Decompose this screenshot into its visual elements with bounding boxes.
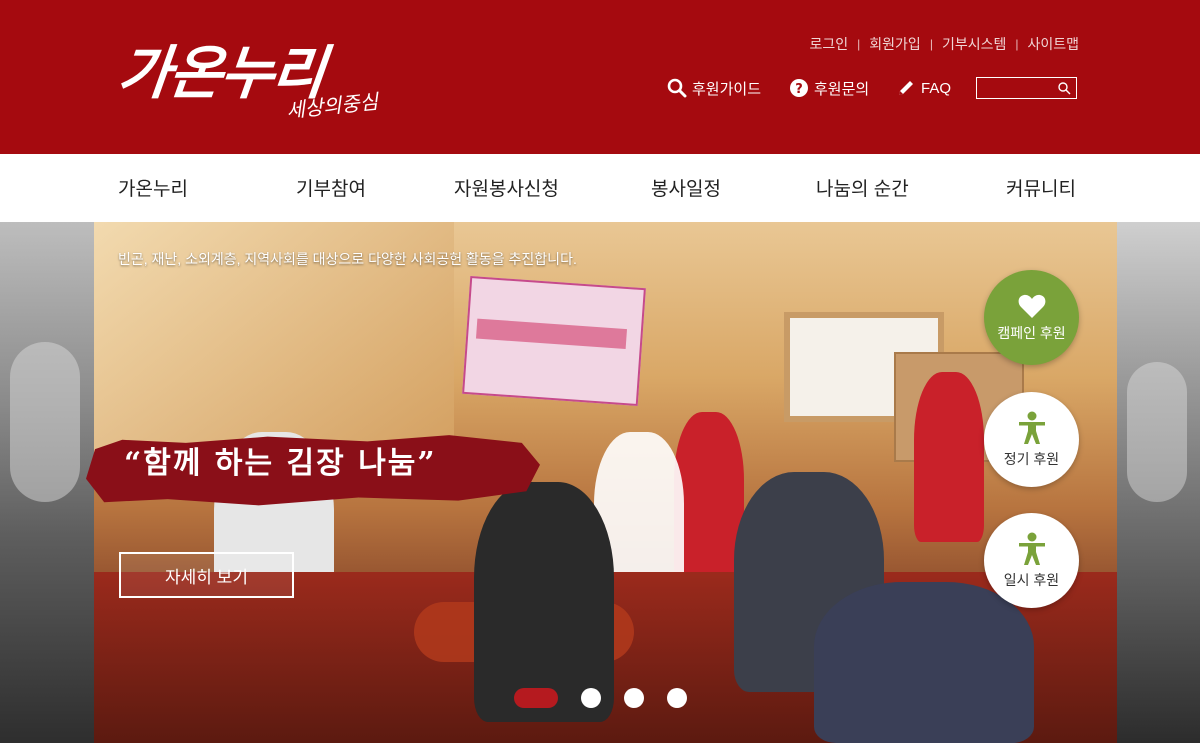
person-icon xyxy=(1018,532,1045,565)
donation-guide-label: 후원가이드 xyxy=(692,80,762,98)
prev-slide-preview xyxy=(0,222,94,743)
search-icon xyxy=(667,78,687,98)
nav-item-gaonnuri[interactable]: 가온누리 xyxy=(118,174,188,201)
question-circle-icon: ? xyxy=(790,79,808,97)
faq-label: FAQ xyxy=(921,79,952,97)
search-box xyxy=(976,77,1077,99)
main-navigation: 가온누리 기부참여 자원봉사신청 봉사일정 나눔의 순간 커뮤니티 xyxy=(0,154,1200,222)
svg-text:?: ? xyxy=(795,82,803,97)
slide-dot-3[interactable] xyxy=(624,688,644,708)
slide-dot-4[interactable] xyxy=(667,688,687,708)
heart-icon xyxy=(1018,294,1045,318)
divider: | xyxy=(929,37,933,51)
nav-item-community[interactable]: 커뮤니티 xyxy=(1006,174,1076,201)
donation-guide-link[interactable]: 후원가이드 xyxy=(667,76,761,100)
one-time-donation-label: 일시 후원 xyxy=(1003,571,1060,588)
nav-item-volunteer-schedule[interactable]: 봉사일정 xyxy=(651,174,721,201)
sitemap-link[interactable]: 사이트맵 xyxy=(1027,34,1079,54)
donation-inquiry-label: 후원문의 xyxy=(814,80,870,98)
login-link[interactable]: 로그인 xyxy=(810,34,849,54)
one-time-donation-button[interactable]: 일시 후원 xyxy=(984,513,1079,608)
view-more-button[interactable]: 자세히 보기 xyxy=(119,552,294,598)
nav-item-volunteer-apply[interactable]: 자원봉사신청 xyxy=(454,174,559,201)
slide-dot-1[interactable] xyxy=(514,688,558,708)
campaign-donation-button[interactable]: 캠페인 후원 xyxy=(984,270,1079,365)
divider: | xyxy=(857,37,861,51)
campaign-donation-label: 캠페인 후원 xyxy=(997,324,1066,341)
faq-link[interactable]: FAQ xyxy=(896,76,951,100)
pencil-icon xyxy=(899,81,913,95)
regular-donation-label: 정기 후원 xyxy=(1003,450,1060,467)
site-header: 가온누리 세상의중심 로그인 | 회원가입 | 기부시스템 | 사이트맵 후원가… xyxy=(0,0,1200,154)
hero-slider: 빈곤, 재난, 소외계층, 지역사회를 대상으로 다양한 사회공헌 활동을 추진… xyxy=(0,222,1200,743)
search-input[interactable] xyxy=(977,78,1055,98)
donation-inquiry-link[interactable]: ? 후원문의 xyxy=(789,76,869,100)
utility-links: 로그인 | 회원가입 | 기부시스템 | 사이트맵 xyxy=(810,34,1079,54)
nav-item-donation[interactable]: 기부참여 xyxy=(296,174,366,201)
donation-system-link[interactable]: 기부시스템 xyxy=(942,34,1006,54)
nav-item-sharing-moments[interactable]: 나눔의 순간 xyxy=(816,174,909,201)
divider: | xyxy=(1015,37,1019,51)
regular-donation-button[interactable]: 정기 후원 xyxy=(984,392,1079,487)
search-icon[interactable] xyxy=(1057,81,1071,95)
site-logo[interactable]: 가온누리 세상의중심 xyxy=(114,38,388,128)
hero-headline: “함께 하는 김장 나눔” xyxy=(124,446,437,481)
next-slide-preview xyxy=(1117,222,1200,743)
signup-link[interactable]: 회원가입 xyxy=(869,34,921,54)
person-icon xyxy=(1018,411,1045,444)
slide-dot-2[interactable] xyxy=(581,688,601,708)
hero-tagline: 빈곤, 재난, 소외계층, 지역사회를 대상으로 다양한 사회공헌 활동을 추진… xyxy=(118,251,577,267)
slide-pagination xyxy=(514,688,710,708)
